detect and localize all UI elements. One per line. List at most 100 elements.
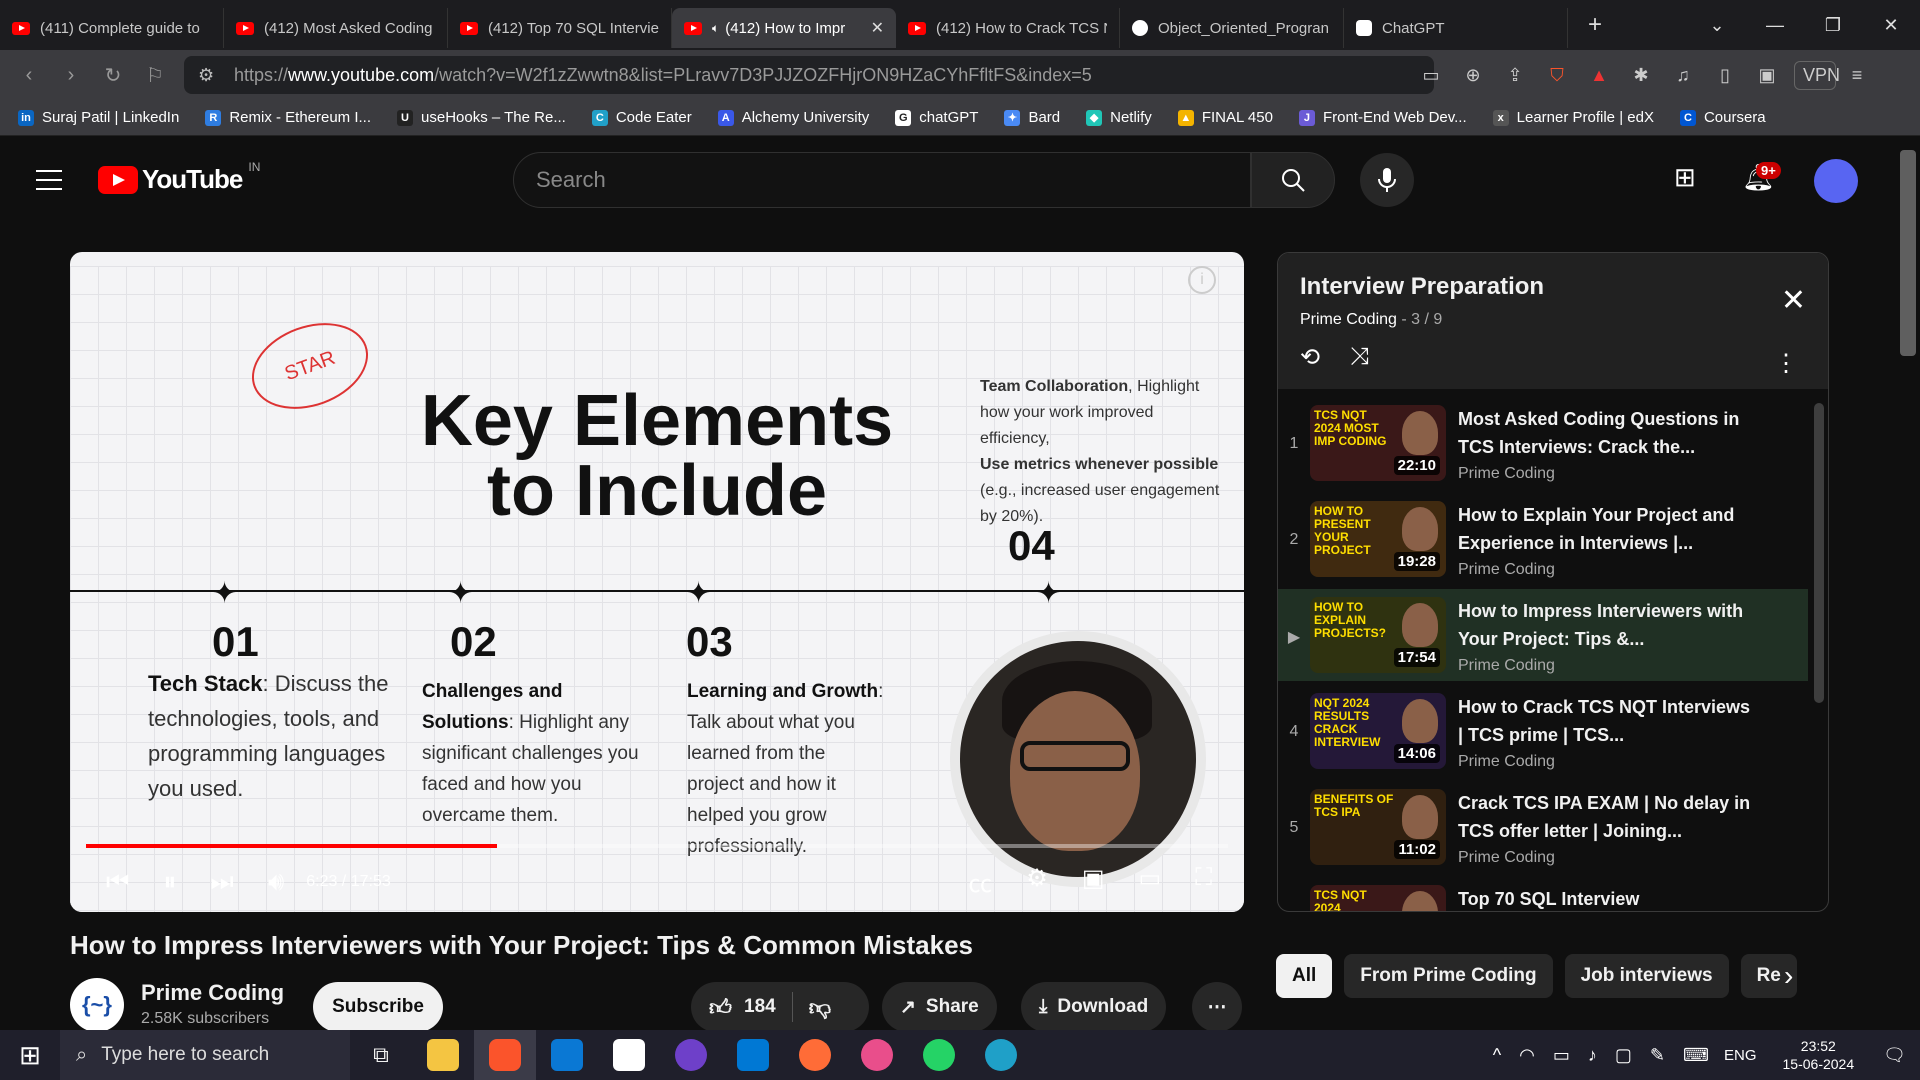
browser-tab[interactable]: ChatGPT [1344,8,1568,48]
edge-icon[interactable] [970,1030,1032,1080]
playlist-item[interactable]: TCS NQT 2024 Top 70 SQL Interview [1278,877,1808,911]
microsoft-store-icon[interactable] [536,1030,598,1080]
keyboard-icon[interactable]: ⌨ [1683,1045,1709,1066]
menu-hamburger-icon[interactable] [36,170,62,197]
file-explorer-icon[interactable] [412,1030,474,1080]
shuffle-icon[interactable]: ⤨ [1350,343,1369,372]
video-thumbnail[interactable]: TCS NQT 2024 [1310,885,1446,911]
url-field[interactable]: ⚙ https://www.youtube.com/watch?v=W2f1zZ… [184,56,1434,94]
bookmark-item[interactable]: C Code Eater [591,109,692,126]
captions-icon[interactable]: ㏄ [968,864,992,899]
close-window-button[interactable]: ✕ [1862,15,1920,36]
github-desktop-icon[interactable] [660,1030,722,1080]
language-indicator[interactable]: ENG [1724,1047,1757,1064]
channel-avatar[interactable]: {~} [70,978,124,1032]
playlist-more-icon[interactable]: ⋮ [1774,349,1798,378]
bookmark-item[interactable]: GchatGPT [895,109,978,126]
playlist-title[interactable]: Interview Preparation [1300,273,1806,301]
more-actions-button[interactable]: ⋯ [1192,982,1242,1032]
bookmark-item[interactable]: J Front-End Web Dev... [1298,109,1467,126]
video-thumbnail[interactable]: NQT 2024 RESULTS CRACK INTERVIEW 14:06 [1310,693,1446,769]
back-button[interactable]: ‹ [8,64,50,87]
loop-icon[interactable]: ⟲ [1300,343,1320,372]
playlist-item[interactable]: 1 TCS NQT 2024 MOST IMP CODING 22:10 Most A… [1278,397,1808,489]
playlist-channel[interactable]: Prime Coding [1300,311,1397,328]
miniplayer-icon[interactable]: ▣ [1082,864,1105,899]
brave-browser-icon[interactable] [474,1030,536,1080]
playlist-item[interactable]: 5 BENEFITS OF TCS IPA 11:02 Crack TCS IPA E… [1278,781,1808,873]
taskbar-search-input[interactable]: ⌕ Type here to search [60,1030,350,1080]
brave-shield-icon[interactable]: ⛉ [1536,65,1578,86]
fullscreen-icon[interactable]: ⛶ [1195,864,1212,899]
next-icon[interactable]: ⏭ [210,866,233,898]
brave-rewards-icon[interactable]: ▲ [1578,65,1620,86]
cast-icon[interactable]: ▭ [1410,65,1452,86]
pen-icon[interactable]: ✎ [1650,1045,1665,1066]
bookmark-item[interactable]: C Coursera [1679,109,1766,126]
tab-audio-icon[interactable]: 🔈︎ [712,21,719,36]
video-player[interactable]: STAR Key Elements to Include Team Collab… [70,252,1244,912]
browser-tab[interactable]: (412) Top 70 SQL Intervie [448,8,672,48]
zoom-icon[interactable]: ⊕ [1452,65,1494,86]
youtube-logo[interactable]: YouTube IN [98,160,260,195]
like-button[interactable]: 👍︎ 184 [709,994,776,1021]
share-button[interactable]: ↗ Share [882,982,997,1032]
vpn-button[interactable]: VPN [1794,60,1840,90]
bookmark-item[interactable]: A Alchemy University [717,109,869,126]
tab-close-icon[interactable]: ✕ [871,18,884,38]
browser-tab[interactable]: (412) How to Crack TCS N [896,8,1120,48]
create-video-icon[interactable]: ⊞ [1674,162,1696,193]
thumbs-down-icon[interactable]: 👎︎ [809,994,831,1021]
browser-tab[interactable]: Object_Oriented_Progran [1120,8,1344,48]
menu-icon[interactable]: ≡ [1836,65,1878,86]
info-icon[interactable]: i [1188,266,1216,294]
tab-search-icon[interactable]: ⌄ [1688,15,1746,36]
battery-icon[interactable]: ▭ [1553,1045,1570,1066]
sidebar-icon[interactable]: ▯ [1704,65,1746,86]
browser-tab[interactable]: (411) Complete guide to [0,8,224,48]
page-scrollbar[interactable] [1900,150,1916,356]
video-thumbnail[interactable]: HOW TO PRESENT YOUR PROJECT 19:28 [1310,501,1446,577]
wallet-icon[interactable]: ▣ [1746,65,1788,86]
wifi-icon[interactable]: ◠ [1519,1045,1535,1066]
search-button[interactable] [1251,152,1335,208]
filter-chip[interactable]: Job interviews [1564,954,1729,998]
maximize-button[interactable]: ❐ [1804,15,1862,36]
bookmark-item[interactable]: R Remix - Ethereum I... [205,109,371,126]
playlist-scrollbar[interactable] [1814,403,1824,703]
bookmark-item[interactable]: ✦ Bard [1004,109,1060,126]
notification-center-icon[interactable]: 🗨︎ [1883,1045,1906,1066]
speaker-icon[interactable]: ♪ [1588,1045,1597,1066]
clock[interactable]: 23:52 15-06-2024 [1783,1037,1855,1073]
account-avatar[interactable] [1814,159,1858,203]
bookmark-item[interactable]: ◆ Netlify [1086,109,1152,126]
task-view-icon[interactable]: ⧉ [350,1030,412,1080]
video-thumbnail[interactable]: BENEFITS OF TCS IPA 11:02 [1310,789,1446,865]
previous-icon[interactable]: ⏮ [106,866,129,898]
bookmark-item[interactable]: UuseHooks – The Re... [397,109,566,126]
chevron-up-icon[interactable]: ^ [1493,1045,1501,1066]
search-input[interactable]: Search [513,152,1251,208]
bookmark-item[interactable]: in Suraj Patil | LinkedIn [18,109,179,126]
browser-tab[interactable]: (412) Most Asked Coding [224,8,448,48]
subscribe-button[interactable]: Subscribe [313,982,443,1032]
site-info-icon[interactable]: ⚙ [198,65,214,86]
bookmark-icon[interactable]: ⚐ [134,63,176,88]
browser-tab[interactable]: 🔈︎ (412) How to Impr ✕ [672,8,896,48]
forward-button[interactable]: › [50,64,92,87]
whatsapp-icon[interactable] [908,1030,970,1080]
minimize-button[interactable]: — [1746,15,1804,36]
theater-mode-icon[interactable]: ▭ [1139,864,1162,899]
video-thumbnail[interactable]: TCS NQT 2024 MOST IMP CODING 22:10 [1310,405,1446,481]
bookmark-item[interactable]: x Learner Profile | edX [1492,109,1654,126]
channel-name[interactable]: Prime Coding [141,980,284,1006]
postman-icon[interactable] [784,1030,846,1080]
chevron-right-icon[interactable]: › [1784,960,1793,992]
playlist-item[interactable]: ▶ HOW TO EXPLAIN PROJECTS? 17:54 How to Imp… [1278,589,1808,681]
share-page-icon[interactable]: ⇪ [1494,65,1536,86]
reload-button[interactable]: ↻ [92,63,134,88]
playlist-item[interactable]: 4 NQT 2024 RESULTS CRACK INTERVIEW 14:06 Ho… [1278,685,1808,777]
volume-icon[interactable]: 🔊︎ [268,866,284,898]
filter-chip[interactable]: All [1276,954,1333,998]
pause-icon[interactable]: ⏸ [163,866,176,898]
